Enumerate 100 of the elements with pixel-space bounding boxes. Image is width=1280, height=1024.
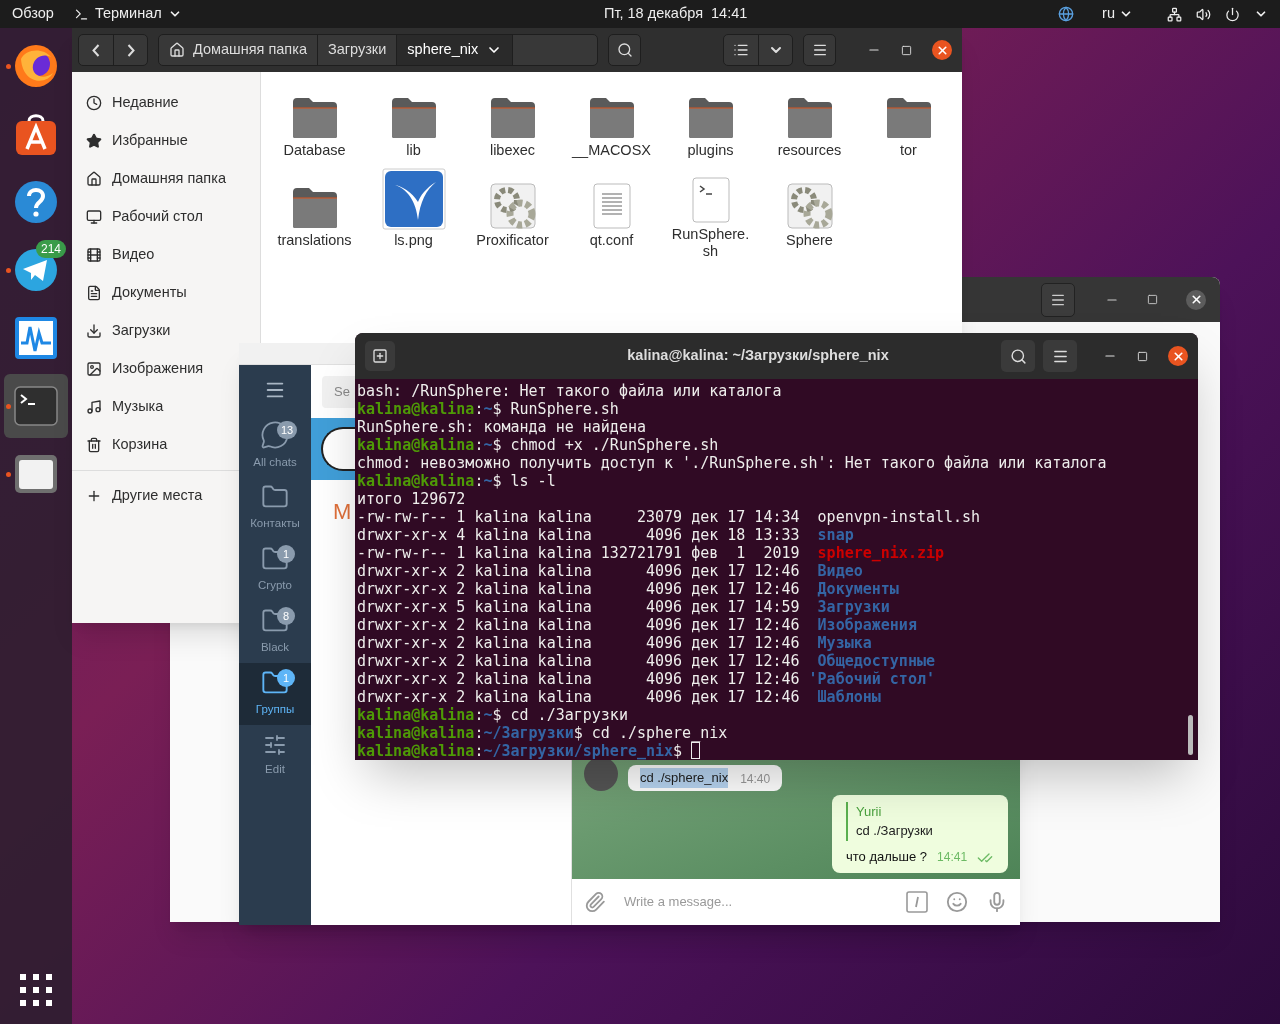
- search-field[interactable]: Se: [322, 375, 355, 408]
- monitor-icon: [86, 209, 102, 225]
- folder-tab[interactable]: Black 8: [239, 601, 311, 663]
- avatar: [321, 427, 355, 471]
- folder-tab[interactable]: Edit: [239, 725, 311, 787]
- file-item[interactable]: libexec: [463, 80, 562, 170]
- maximize-icon[interactable]: [901, 44, 912, 56]
- terminal-line: -rw-rw-r-- 1 kalina kalina 132721791 фев 1 2019 sphere_nix.zip: [357, 544, 944, 562]
- file-item[interactable]: ls.png: [364, 170, 463, 260]
- folder-tab[interactable]: Контакты: [239, 477, 311, 539]
- reply-text: cd ./Загрузки: [856, 822, 934, 840]
- folder-icon: [587, 96, 636, 140]
- message-time: 14:41: [937, 849, 968, 866]
- file-item[interactable]: tor: [859, 80, 958, 170]
- file-item[interactable]: lib: [364, 80, 463, 170]
- chat-row[interactable]: [311, 418, 355, 480]
- sidebar-item[interactable]: Другие места: [72, 477, 217, 515]
- search-button[interactable]: [608, 34, 641, 66]
- home-icon: [169, 42, 185, 58]
- file-item[interactable]: __MACOSX: [562, 80, 661, 170]
- sidebar-item[interactable]: Документы: [72, 274, 201, 312]
- folder-tab[interactable]: Группы 1: [239, 663, 311, 725]
- terminal-line: drwxr-xr-x 2 kalina kalina 4096 дек 17 12:46 Общедоступные: [357, 652, 935, 670]
- close-button[interactable]: [932, 40, 952, 60]
- app-store-icon: [13, 111, 59, 157]
- file-item[interactable]: Proxificator: [463, 170, 562, 260]
- emoji-icon[interactable]: [946, 891, 968, 913]
- power-icon[interactable]: [1225, 6, 1240, 22]
- help-icon: [13, 179, 59, 225]
- terminal-line: drwxr-xr-x 2 kalina kalina 4096 дек 17 12:46 Видео: [357, 562, 863, 580]
- keyboard-layout-menu[interactable]: ru: [1102, 3, 1133, 25]
- app-grid-icon[interactable]: [20, 974, 52, 1006]
- window-title: kalina@kalina: ~/Загрузки/sphere_nix: [626, 346, 890, 366]
- film-icon: [86, 247, 102, 263]
- folder-icon: [785, 96, 834, 140]
- sidebar-item[interactable]: Недавние: [72, 84, 193, 122]
- file-item[interactable]: translations: [265, 170, 364, 260]
- menu-button[interactable]: [1041, 282, 1075, 317]
- file-item[interactable]: Sphere: [760, 170, 859, 260]
- sidebar-item[interactable]: Домашняя папка: [72, 160, 240, 198]
- activities-button[interactable]: Обзор: [12, 3, 54, 25]
- path-segment[interactable]: Домашняя папка: [159, 35, 318, 65]
- home-icon: [86, 171, 102, 187]
- sidebar-item[interactable]: Музыка: [72, 388, 178, 426]
- globe-icon[interactable]: [1058, 6, 1075, 22]
- network-icon[interactable]: [1167, 6, 1182, 22]
- sidebar-item[interactable]: Корзина: [72, 426, 182, 464]
- new-tab-button[interactable]: [365, 341, 395, 371]
- folder-tab[interactable]: All chats 13: [239, 415, 311, 477]
- search-button[interactable]: [1001, 340, 1035, 372]
- terminal-line: drwxr-xr-x 2 kalina kalina 4096 дек 17 12:46 Шаблоны: [357, 688, 881, 706]
- file-item[interactable]: resources: [760, 80, 859, 170]
- file-item[interactable]: qt.conf: [562, 170, 661, 260]
- download-icon: [86, 323, 102, 339]
- message-input[interactable]: Write a message...: [624, 892, 888, 912]
- terminal-line: kalina@kalina:~$ RunSphere.sh: [357, 400, 619, 418]
- path-segment[interactable]: sphere_nix: [397, 35, 514, 65]
- close-icon: [1171, 349, 1185, 363]
- new-tab-icon: [372, 348, 388, 364]
- terminal-line: chmod: невозможно получить доступ к './RunSphere.sh': Нет такого файла или каталога: [357, 454, 1107, 472]
- folder-icon: [290, 186, 339, 230]
- sidebar-item[interactable]: Избранные: [72, 122, 202, 160]
- command-icon[interactable]: [906, 891, 928, 913]
- gear-icon: [488, 182, 537, 230]
- file-item[interactable]: RunSphere.sh: [661, 170, 760, 260]
- sidebar-item[interactable]: Рабочий стол: [72, 198, 218, 236]
- clock[interactable]: Пт, 18 декабря 14:41: [604, 3, 748, 25]
- file-item[interactable]: plugins: [661, 80, 760, 170]
- terminal-line: kalina@kalina:~$ cd ./Загрузки: [357, 706, 628, 724]
- paperclip-icon[interactable]: [584, 891, 606, 913]
- sidebar-item[interactable]: Загрузки: [72, 312, 185, 350]
- browser-icon: [13, 43, 59, 89]
- system-monitor-icon: [13, 315, 59, 361]
- document-icon: [86, 285, 102, 301]
- terminal-line: drwxr-xr-x 2 kalina kalina 4096 дек 17 12:46 Документы: [357, 580, 899, 598]
- close-button[interactable]: [1168, 346, 1188, 366]
- image-thumbnail-icon: [381, 168, 446, 230]
- menu-icon: [811, 42, 828, 58]
- menu-button[interactable]: [1043, 340, 1077, 372]
- message-time: 14:40: [740, 770, 771, 788]
- terminal-line: -rw-rw-r-- 1 kalina kalina 23079 дек 17 14:34 openvpn-install.sh: [357, 508, 981, 526]
- terminal-line: итого 129672: [357, 490, 466, 508]
- folder-icon: [389, 96, 438, 140]
- sidebar-item[interactable]: Видео: [72, 236, 169, 274]
- app-menu[interactable]: Терминал: [73, 3, 182, 25]
- maximize-icon[interactable]: [1147, 294, 1158, 305]
- message-text: что дальше ?: [846, 847, 928, 866]
- folder-icon: [686, 96, 735, 140]
- file-item[interactable]: Database: [265, 80, 364, 170]
- avatar-letter: M: [333, 497, 352, 526]
- close-button[interactable]: [1186, 289, 1206, 310]
- terminal-line: drwxr-xr-x 4 kalina kalina 4096 дек 18 13:33 snap: [357, 526, 854, 544]
- volume-icon[interactable]: [1196, 6, 1211, 22]
- menu-button[interactable]: [803, 34, 836, 66]
- text-file-icon: [591, 182, 632, 230]
- maximize-icon[interactable]: [1137, 350, 1148, 362]
- sidebar-item[interactable]: Изображения: [72, 350, 218, 388]
- folder-icon: [290, 96, 339, 140]
- folder-tab[interactable]: Crypto 1: [239, 539, 311, 601]
- search-icon: [1009, 347, 1027, 365]
